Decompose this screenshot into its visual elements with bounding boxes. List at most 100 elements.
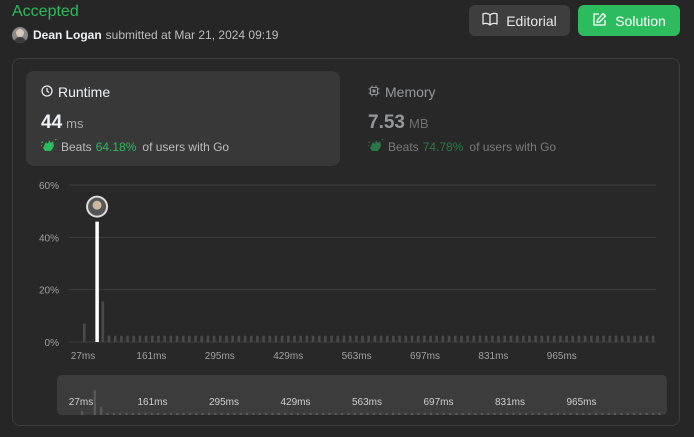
bar xyxy=(385,335,389,342)
bar xyxy=(627,335,630,342)
overview-bar xyxy=(233,413,236,415)
overview-bar xyxy=(512,413,515,415)
overview-bar xyxy=(328,413,331,415)
bar xyxy=(293,335,296,342)
y-tick-label: 0% xyxy=(45,338,60,349)
overview-bar xyxy=(569,413,572,415)
bar xyxy=(367,335,371,342)
overview-tick-label: 295ms xyxy=(209,397,239,408)
bar xyxy=(169,335,173,342)
solution-label: Solution xyxy=(615,12,666,29)
overview-bar xyxy=(537,413,540,415)
overview-bar xyxy=(81,411,84,415)
bar xyxy=(503,335,507,342)
y-tick-label: 40% xyxy=(39,233,59,244)
x-tick-label: 27ms xyxy=(71,351,95,362)
overview-bar xyxy=(157,413,160,415)
runtime-beats: Beats 64.18% of users with Go xyxy=(40,138,325,155)
solution-button[interactable]: Solution xyxy=(578,5,680,36)
bar xyxy=(287,335,290,342)
overview-bar xyxy=(461,413,464,415)
bar xyxy=(484,335,488,342)
overview-bar xyxy=(93,390,96,415)
memory-title: Memory xyxy=(385,84,436,100)
bar xyxy=(392,335,395,342)
overview-minimap[interactable]: 27ms 161ms 295ms 429ms 563ms 697ms 831ms 965ms xyxy=(57,375,667,415)
bar xyxy=(602,335,605,342)
overview-bar xyxy=(245,413,249,415)
overview-bar xyxy=(277,413,280,415)
bar xyxy=(243,335,247,342)
bar xyxy=(126,335,129,342)
bar xyxy=(466,335,469,342)
overview-bar xyxy=(379,413,382,415)
memory-beats-suffix: of users with Go xyxy=(469,140,557,154)
avatar-marker-face xyxy=(92,200,102,210)
overview-bar xyxy=(410,413,414,415)
editorial-button[interactable]: Editorial xyxy=(469,5,570,36)
bar xyxy=(589,335,593,342)
overview-tick-label: 429ms xyxy=(280,397,310,408)
bar xyxy=(423,335,426,342)
bar xyxy=(336,335,340,342)
overview-tick-label: 697ms xyxy=(423,397,453,408)
overview-bar xyxy=(404,413,407,415)
bar xyxy=(305,335,309,342)
book-icon xyxy=(482,12,506,29)
avatar[interactable] xyxy=(12,27,28,43)
bar xyxy=(151,335,154,342)
runtime-value-row: 44 ms xyxy=(41,112,325,134)
overview-bar xyxy=(201,413,204,415)
bar xyxy=(120,335,123,342)
overview-bar xyxy=(195,413,198,415)
bar xyxy=(491,335,494,342)
user-name-link[interactable]: Dean Logan xyxy=(33,28,102,42)
bar xyxy=(101,301,105,342)
bar xyxy=(299,335,302,342)
overview-bar xyxy=(131,413,134,415)
overview-bar xyxy=(487,413,490,415)
overview-bar xyxy=(239,413,242,415)
overview-bar xyxy=(226,413,230,415)
x-tick-label: 831ms xyxy=(478,351,508,362)
chart-range-overview[interactable]: 27ms 161ms 295ms 429ms 563ms 697ms 831ms 965ms xyxy=(57,375,667,415)
overview-bar xyxy=(531,413,534,415)
bar xyxy=(552,335,556,342)
x-tick-label: 965ms xyxy=(547,351,577,362)
bar xyxy=(651,335,655,342)
overview-bar xyxy=(271,413,274,415)
runtime-distribution-chart[interactable]: 60% 40% 20% 0% 27ms 161ms 295ms 429ms 563ms 697ms… xyxy=(13,179,679,369)
bar xyxy=(188,335,191,342)
overview-bar xyxy=(448,413,452,415)
bar xyxy=(181,335,185,342)
memory-panel[interactable]: Memory 7.53 MB Beats 74.78% of users with… xyxy=(353,71,667,166)
overview-bar xyxy=(315,413,318,415)
bar xyxy=(583,335,587,342)
memory-value: 7.53 xyxy=(368,112,405,133)
overview-bar xyxy=(169,413,173,415)
overview-tick-label: 161ms xyxy=(137,397,167,408)
runtime-unit: ms xyxy=(66,116,84,131)
runtime-panel[interactable]: Runtime 44 ms Beats 64.18% of users with … xyxy=(26,71,340,166)
overview-bar xyxy=(290,413,293,415)
overview-bar xyxy=(639,413,642,415)
overview-bar xyxy=(150,413,153,415)
overview-bar xyxy=(112,413,115,415)
overview-bar xyxy=(658,413,661,415)
overview-bar xyxy=(334,413,337,415)
bar xyxy=(212,335,216,342)
overview-bar xyxy=(303,413,306,415)
bar xyxy=(472,335,476,342)
overview-bar xyxy=(620,413,623,415)
bar xyxy=(645,335,649,342)
bar xyxy=(565,335,568,342)
overview-bar xyxy=(284,413,287,415)
runtime-header: Runtime xyxy=(41,84,325,100)
overview-bar xyxy=(353,413,356,415)
bar xyxy=(571,335,575,342)
bar xyxy=(546,335,550,342)
overview-bar xyxy=(144,413,147,415)
overview-bar xyxy=(594,413,598,415)
overview-bar xyxy=(455,413,458,415)
overview-bar xyxy=(556,413,560,415)
